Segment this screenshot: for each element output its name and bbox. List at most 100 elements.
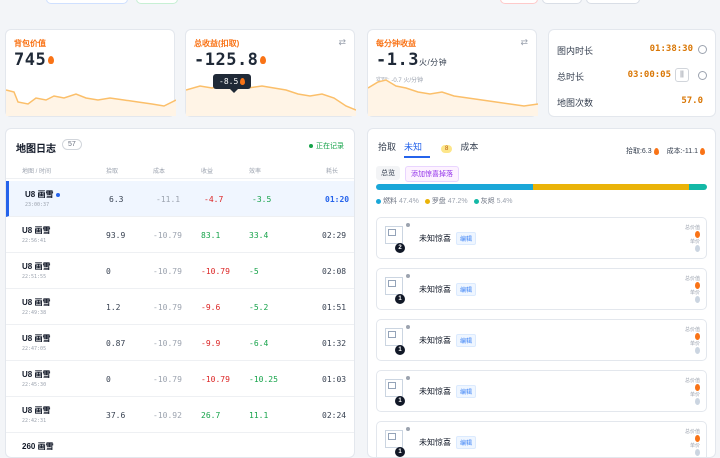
add-surprise-drop-chip[interactable]: 添加惊喜掉落 bbox=[405, 166, 459, 182]
timers-card: 图内时长 01:38:30 总时长 03:00:05 || 地图次数 57.0 bbox=[548, 29, 716, 117]
timer-value: 57.0 bbox=[681, 96, 703, 106]
header-duration[interactable]: 耗长 bbox=[326, 166, 338, 175]
table-row[interactable]: U8 画雪 22:49:38 1.2 -10.79 -9.6 -5.2 01:51 bbox=[6, 289, 354, 325]
row-pick: 1.2 bbox=[106, 303, 121, 312]
row-pick: 0.87 bbox=[106, 339, 126, 348]
row-dur: 01:20 bbox=[325, 195, 350, 204]
edit-button[interactable]: 编辑 bbox=[456, 436, 477, 449]
row-cost: -10.92 bbox=[153, 411, 182, 420]
timer-label: 图内时长 bbox=[557, 46, 594, 56]
unknown-item-card[interactable]: 1 未知惊喜 编辑 总价值 单价 bbox=[376, 370, 707, 412]
composition-segment bbox=[376, 184, 533, 190]
table-row[interactable]: U8 画雪 22:56:41 93.9 -10.79 83.1 33.4 02:29 bbox=[6, 217, 354, 253]
table-row[interactable]: U8 画雪 22:51:55 0 -10.79 -10.79 -5 02:08 bbox=[6, 253, 354, 289]
fire-icon bbox=[695, 384, 700, 391]
swap-icon[interactable]: ⇄ bbox=[520, 37, 528, 48]
broken-image-icon bbox=[385, 226, 403, 244]
overview-chip[interactable]: 总览 bbox=[376, 166, 400, 180]
row-time: 23:00:37 bbox=[25, 202, 50, 208]
row-dur: 01:51 bbox=[322, 303, 347, 312]
row-rate: -5.2 bbox=[249, 303, 269, 312]
status-dot-icon bbox=[406, 274, 410, 278]
coin-icon bbox=[695, 296, 700, 303]
unknown-item-card[interactable]: 1 未知惊喜 编辑 总价值 单价 bbox=[376, 421, 707, 457]
fire-icon bbox=[695, 231, 700, 238]
item-unit-label: 单价 bbox=[689, 239, 700, 245]
timer-value: 03:00:05 bbox=[627, 70, 671, 80]
header-map[interactable]: 地图 / 时间 bbox=[22, 166, 51, 175]
timer-map-count: 地图次数 57.0 bbox=[557, 96, 707, 110]
row-income: -9.6 bbox=[201, 303, 221, 312]
header-rate[interactable]: 效率 bbox=[249, 166, 261, 175]
unknown-item-card[interactable]: 1 未知惊喜 编辑 总价值 单价 bbox=[376, 268, 707, 310]
edit-button[interactable]: 编辑 bbox=[456, 283, 477, 296]
top-tab-pill[interactable] bbox=[46, 0, 128, 4]
row-cost: -10.79 bbox=[153, 231, 182, 240]
backpack-sparkline bbox=[6, 89, 176, 116]
fire-icon bbox=[700, 147, 705, 155]
coin-icon bbox=[695, 347, 700, 354]
swap-icon[interactable]: ⇄ bbox=[338, 37, 346, 48]
tab-unknown[interactable]: 未知 bbox=[404, 142, 431, 158]
row-rate: -5 bbox=[249, 267, 259, 276]
legend-item: 灰烬 5.4% bbox=[473, 198, 519, 205]
item-name: 未知惊喜 bbox=[419, 234, 451, 243]
row-cost: -10.79 bbox=[153, 339, 182, 348]
row-income: -9.9 bbox=[201, 339, 221, 348]
header-pick[interactable]: 拾取 bbox=[106, 166, 118, 175]
row-income: -4.7 bbox=[204, 195, 224, 204]
edit-button[interactable]: 编辑 bbox=[456, 334, 477, 347]
coin-icon bbox=[695, 398, 700, 405]
row-cost: -10.79 bbox=[153, 303, 182, 312]
legend-item: 燃料 47.4% bbox=[376, 198, 425, 205]
clock-icon bbox=[698, 71, 707, 80]
timer-label: 地图次数 bbox=[557, 98, 594, 108]
table-row[interactable]: U8 画雪 22:47:05 0.87 -10.79 -9.9 -6.4 01:32 bbox=[6, 325, 354, 361]
header-income[interactable]: 收益 bbox=[201, 166, 213, 175]
item-unit-label: 单价 bbox=[689, 392, 700, 398]
row-time: 22:42:31 bbox=[22, 418, 47, 424]
item-count-badge: 2 bbox=[395, 243, 405, 253]
row-time: 22:56:41 bbox=[22, 238, 47, 244]
current-dot-icon bbox=[56, 192, 61, 197]
row-cost: -10.79 bbox=[153, 267, 182, 276]
edit-button[interactable]: 编辑 bbox=[456, 385, 477, 398]
legend-item: 罗盘 47.2% bbox=[424, 198, 474, 205]
edit-button[interactable]: 编辑 bbox=[456, 232, 477, 245]
tab-pick[interactable]: 拾取 bbox=[378, 142, 396, 152]
row-pick: 6.3 bbox=[109, 195, 124, 204]
per-minute-value: -1.3火/分钟 bbox=[376, 50, 448, 70]
backpack-value: 745 bbox=[14, 50, 55, 70]
pause-button[interactable]: || bbox=[675, 68, 689, 82]
unknown-item-card[interactable]: 2 未知惊喜 编辑 总价值 单价 bbox=[376, 217, 707, 259]
tab-cost[interactable]: 成本 bbox=[460, 142, 478, 152]
row-dur: 01:03 bbox=[322, 375, 347, 384]
status-dot-icon bbox=[406, 325, 410, 329]
top-tab-pill[interactable] bbox=[136, 0, 178, 4]
row-income: -10.79 bbox=[201, 375, 230, 384]
item-count-badge: 1 bbox=[395, 345, 405, 355]
row-rate: 33.4 bbox=[249, 231, 269, 240]
row-cost: -11.1 bbox=[156, 195, 181, 204]
unknown-item-card[interactable]: 1 未知惊喜 编辑 总价值 单价 bbox=[376, 319, 707, 361]
broken-image-icon bbox=[385, 328, 403, 346]
top-action-pill[interactable] bbox=[586, 0, 640, 4]
status-dot-icon bbox=[406, 223, 410, 227]
item-total-label: 总价值 bbox=[684, 378, 700, 384]
row-rate: -6.4 bbox=[249, 339, 269, 348]
drops-panel: 拾取 未知 8 成本 拾取:6.3 成本:-11.1 总览 添加惊喜掉落 燃料 47.… bbox=[367, 128, 716, 458]
top-action-pill[interactable] bbox=[500, 0, 538, 4]
legend-dot-icon bbox=[376, 198, 381, 204]
item-name: 未知惊喜 bbox=[419, 438, 451, 447]
table-row[interactable]: 260 画雪 bbox=[6, 433, 354, 457]
drops-tabs: 拾取 未知 8 成本 bbox=[378, 140, 486, 158]
header-cost[interactable]: 成本 bbox=[153, 166, 165, 175]
table-row[interactable]: U8 画雪 22:42:31 37.6 -10.92 26.7 11.1 02:24 bbox=[6, 397, 354, 433]
table-row[interactable]: U8 画雪 22:45:30 0 -10.79 -10.79 -10.25 01:03 bbox=[6, 361, 354, 397]
table-row[interactable]: U8 画雪 23:00:37 6.3 -11.1 -4.7 -3.5 01:20 bbox=[6, 181, 354, 217]
timer-label: 总时长 bbox=[557, 72, 585, 82]
row-cost: -10.79 bbox=[153, 375, 182, 384]
top-action-pill[interactable] bbox=[542, 0, 582, 4]
row-pick: 93.9 bbox=[106, 231, 126, 240]
row-pick: 0 bbox=[106, 375, 111, 384]
